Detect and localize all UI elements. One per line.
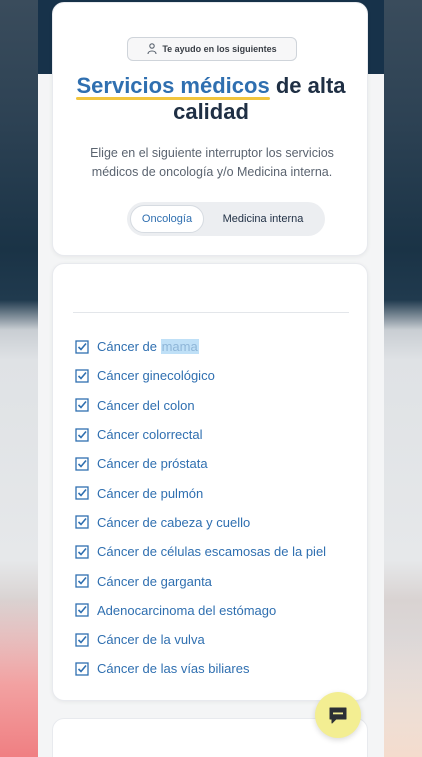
service-label: Cáncer de garganta bbox=[97, 574, 212, 589]
chat-button[interactable] bbox=[315, 692, 361, 738]
service-label: Adenocarcinoma del estómago bbox=[97, 603, 276, 618]
checkbox-checked-icon bbox=[75, 515, 89, 530]
page-title: Servicios médicos de alta calidad bbox=[61, 73, 361, 125]
service-label: Cáncer de próstata bbox=[97, 456, 208, 471]
service-item: Cáncer de cabeza y cuello bbox=[75, 508, 365, 537]
services-list: Cáncer de mama Cáncer ginecológico Cáncer … bbox=[75, 332, 365, 684]
toggle-option-oncologia[interactable]: Oncología bbox=[130, 205, 204, 233]
service-item: Cáncer del colon bbox=[75, 391, 365, 420]
service-item: Adenocarcinoma del estómago bbox=[75, 596, 365, 625]
services-card: Cáncer de mama Cáncer ginecológico Cáncer … bbox=[52, 263, 368, 701]
service-label-text: Cáncer de las vías biliares bbox=[97, 661, 250, 677]
hero-card: Te ayudo en los siguientes Servicios méd… bbox=[52, 2, 368, 256]
service-label: Cáncer ginecológico bbox=[97, 368, 215, 383]
service-label: Cáncer de las vías biliares bbox=[97, 661, 249, 676]
checkbox-checked-icon bbox=[75, 369, 89, 383]
checkbox-checked-icon bbox=[75, 339, 89, 354]
service-item: Cáncer de pulmón bbox=[75, 478, 365, 507]
toggle-option-medicina-interna[interactable]: Medicina interna bbox=[204, 205, 322, 233]
service-item: Cáncer de garganta bbox=[75, 566, 365, 595]
page-subtitle: Elige en el siguiente interruptor los se… bbox=[90, 146, 334, 179]
service-label: Cáncer de células escamosas de la piel bbox=[97, 544, 326, 559]
service-label: Cáncer de mama bbox=[97, 339, 199, 355]
divider bbox=[73, 312, 349, 313]
service-label: Cáncer de pulmón bbox=[97, 486, 203, 501]
service-label-text: Cáncer del colon bbox=[97, 397, 195, 413]
service-label-highlight: mama bbox=[160, 339, 199, 355]
checkbox-checked-icon bbox=[75, 398, 89, 412]
page-title-accent: Servicios médicos bbox=[76, 73, 270, 98]
service-label-text: Cáncer colorrectal bbox=[97, 427, 203, 443]
service-label-text: Cáncer de cabeza y cuello bbox=[97, 514, 251, 530]
background-glow-left bbox=[0, 597, 40, 757]
checkbox-checked-icon bbox=[75, 574, 89, 588]
checkbox-checked-icon bbox=[75, 457, 89, 471]
background-glow-right bbox=[384, 637, 422, 757]
service-item: Cáncer ginecológico bbox=[75, 361, 365, 390]
service-label-text: Adenocarcinoma del estómago bbox=[97, 602, 277, 618]
service-label-text: Cáncer de pulmón bbox=[97, 485, 204, 501]
service-item: Cáncer de las vías biliares bbox=[75, 654, 365, 683]
mobile-viewport: Te ayudo en los siguientes Servicios méd… bbox=[38, 0, 384, 757]
service-item: Cáncer de la vulva bbox=[75, 625, 365, 654]
service-label-text: Cáncer de células escamosas de la piel bbox=[97, 544, 327, 560]
checkbox-checked-icon bbox=[75, 662, 89, 676]
checkbox-checked-icon bbox=[75, 632, 89, 647]
service-label-text: Cáncer ginecológico bbox=[97, 368, 215, 384]
checkbox-checked-icon bbox=[75, 427, 89, 442]
checkbox-checked-icon bbox=[75, 603, 89, 617]
checkbox-checked-icon bbox=[75, 545, 89, 559]
person-icon bbox=[147, 43, 157, 55]
service-label: Cáncer colorrectal bbox=[97, 427, 203, 442]
service-label: Cáncer del colon bbox=[97, 398, 195, 413]
service-item: Cáncer de mama bbox=[75, 332, 365, 361]
service-label: Cáncer de la vulva bbox=[97, 632, 205, 647]
service-label-text: Cáncer de próstata bbox=[97, 456, 208, 472]
checkbox-checked-icon bbox=[75, 486, 89, 500]
service-label-text: Cáncer de garganta bbox=[97, 573, 212, 589]
service-item: Cáncer colorrectal bbox=[75, 420, 365, 449]
service-item: Cáncer de células escamosas de la piel bbox=[75, 537, 365, 566]
chat-icon bbox=[329, 707, 347, 724]
specialty-toggle[interactable]: Oncología Medicina interna bbox=[127, 202, 325, 236]
service-item: Cáncer de próstata bbox=[75, 449, 365, 478]
service-label-text: Cáncer de bbox=[97, 339, 161, 355]
service-label-text: Cáncer de la vulva bbox=[97, 632, 205, 648]
intro-badge-label: Te ayudo en los siguientes bbox=[162, 44, 277, 54]
service-label: Cáncer de cabeza y cuello bbox=[97, 515, 250, 530]
intro-badge: Te ayudo en los siguientes bbox=[127, 37, 297, 61]
